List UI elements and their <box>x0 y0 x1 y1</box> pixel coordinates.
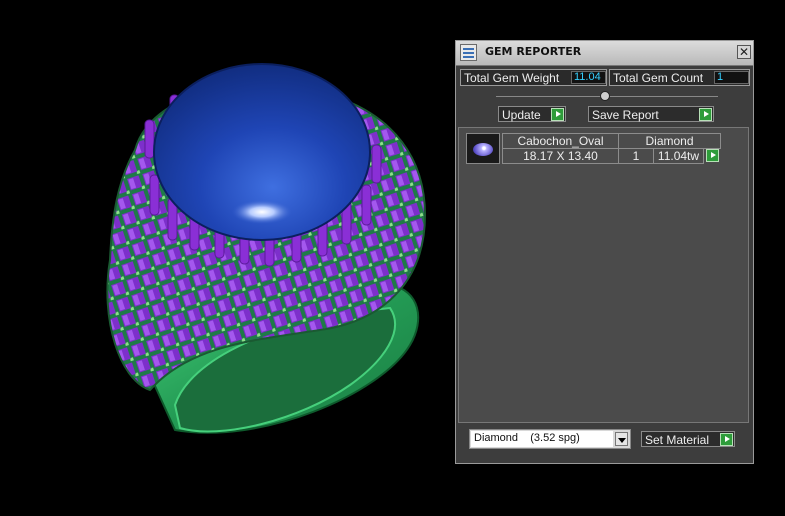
save-report-button[interactable]: Save Report <box>588 106 714 122</box>
material-select-value: Diamond (3.52 spg) <box>474 432 580 444</box>
title-bar[interactable]: GEM REPORTER ✕ <box>456 41 753 66</box>
gem-shape: Cabochon_Oval <box>502 133 619 149</box>
play-arrow-icon[interactable] <box>720 433 733 446</box>
total-gem-count-value: 1 <box>714 71 749 84</box>
gem-size: 18.17 X 13.40 <box>502 148 619 164</box>
gem-material: Diamond <box>618 133 721 149</box>
play-arrow-icon[interactable] <box>551 108 564 121</box>
gem-quantity: 1 <box>618 148 654 164</box>
chevron-down-icon[interactable] <box>615 432 628 446</box>
oval-gem-icon <box>473 143 493 156</box>
update-button-label: Update <box>502 108 541 122</box>
3d-viewport[interactable] <box>0 0 455 511</box>
gem-reporter-panel: GEM REPORTER ✕ Total Gem Weight 11.04 To… <box>455 40 754 464</box>
gem-weight: 11.04tw <box>653 148 704 164</box>
update-button[interactable]: Update <box>498 106 566 122</box>
play-arrow-icon[interactable] <box>699 108 712 121</box>
gem-list[interactable]: Cabochon_Oval Diamond 18.17 X 13.40 1 11… <box>458 127 749 423</box>
total-gem-weight: Total Gem Weight 11.04 <box>460 69 607 86</box>
set-material-button[interactable]: Set Material <box>641 431 735 447</box>
window-title: GEM REPORTER <box>485 45 582 58</box>
play-arrow-icon[interactable] <box>706 149 719 162</box>
set-material-button-label: Set Material <box>645 433 710 447</box>
list-item[interactable]: Cabochon_Oval Diamond 18.17 X 13.40 1 11… <box>466 131 722 165</box>
material-dropdown[interactable]: Diamond (3.52 spg) <box>469 429 631 449</box>
total-gem-weight-value: 11.04 <box>571 71 606 84</box>
material-select-field[interactable]: Diamond (3.52 spg) <box>471 431 613 447</box>
save-report-button-label: Save Report <box>592 108 659 122</box>
gem-thumbnail <box>466 133 500 164</box>
close-icon[interactable]: ✕ <box>737 45 751 59</box>
slider-handle[interactable] <box>600 91 610 101</box>
ring-model-render <box>106 63 427 434</box>
total-gem-count-label: Total Gem Count <box>613 71 704 85</box>
total-gem-weight-label: Total Gem Weight <box>464 71 560 85</box>
gem-reporter-icon <box>460 44 477 61</box>
total-gem-count: Total Gem Count 1 <box>609 69 750 86</box>
